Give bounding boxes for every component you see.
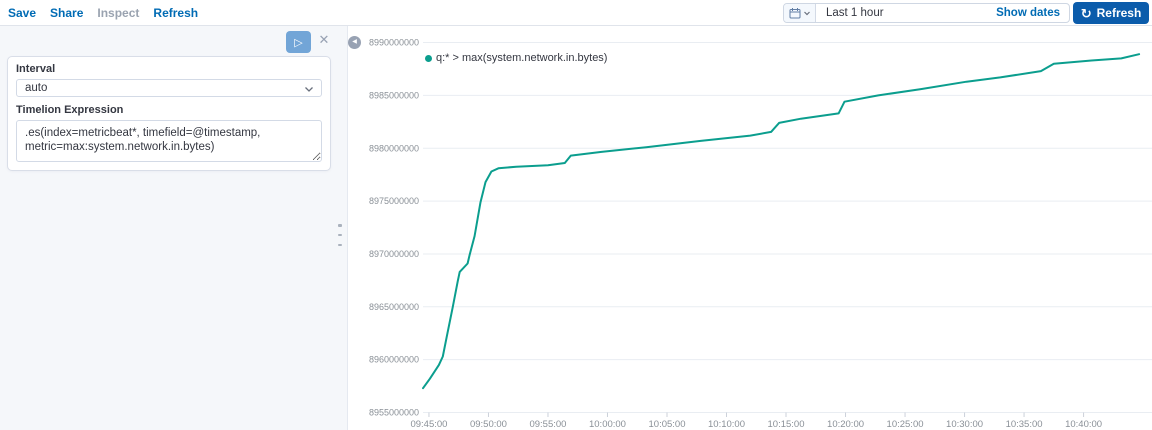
y-axis-label: 8975000000	[369, 196, 419, 206]
top-bar: Save Share Inspect Refresh Last 1 hour S…	[0, 0, 1152, 26]
x-axis-label: 10:10:00	[708, 419, 745, 430]
y-axis-label: 8980000000	[369, 143, 419, 153]
date-quick-select-button[interactable]	[784, 4, 816, 22]
x-axis-label: 10:30:00	[946, 419, 983, 430]
interval-value: auto	[25, 82, 48, 94]
x-axis-label: 10:35:00	[1006, 419, 1043, 430]
close-editor-button[interactable]: ✕	[316, 32, 332, 48]
chevron-down-icon	[305, 87, 313, 92]
calendar-icon	[789, 8, 800, 19]
chart-pane: ◀ q:* > max(system.network.in.bytes) 895…	[347, 26, 1152, 430]
interval-select[interactable]: auto	[16, 79, 322, 97]
play-icon: ▷	[294, 36, 303, 49]
y-axis-label: 8955000000	[369, 408, 419, 418]
close-icon: ✕	[318, 32, 330, 47]
date-range-value[interactable]: Last 1 hour	[816, 7, 884, 19]
timelion-expression-input[interactable]: .es(index=metricbeat*, timefield=@timest…	[16, 120, 322, 162]
chart-legend[interactable]: q:* > max(system.network.in.bytes)	[425, 52, 607, 64]
inspect-button[interactable]: Inspect	[97, 6, 139, 20]
show-dates-button[interactable]: Show dates	[996, 7, 1069, 19]
refresh-button-label: Refresh	[1096, 6, 1142, 20]
y-axis-label: 8970000000	[369, 249, 419, 259]
legend-series-dot	[425, 54, 432, 62]
y-axis-label: 8960000000	[369, 355, 419, 365]
save-button[interactable]: Save	[8, 6, 36, 20]
chevron-left-icon: ◀	[352, 39, 357, 45]
x-axis-label: 10:40:00	[1065, 419, 1102, 430]
y-axis-label: 8985000000	[369, 90, 419, 100]
chevron-down-icon	[803, 11, 810, 16]
x-axis-label: 09:50:00	[470, 419, 507, 430]
y-axis-label: 8965000000	[369, 302, 419, 312]
x-axis-label: 10:05:00	[649, 419, 686, 430]
collapse-editor-button[interactable]: ◀	[348, 36, 361, 49]
main-content: ▷ ✕ Interval auto Timelion Expression .e…	[0, 26, 1152, 430]
refresh-icon: ↻	[1080, 5, 1092, 21]
interval-label: Interval	[16, 63, 56, 75]
x-axis-label: 10:15:00	[768, 419, 805, 430]
y-axis-label: 8990000000	[369, 38, 419, 48]
x-axis-label: 09:55:00	[529, 419, 566, 430]
panel-resizer-handle[interactable]	[336, 224, 344, 246]
refresh-button[interactable]: ↻ Refresh	[1073, 2, 1149, 24]
super-date-picker: Last 1 hour Show dates	[783, 3, 1070, 23]
legend-series-label: q:* > max(system.network.in.bytes)	[436, 52, 608, 64]
series-line	[422, 53, 1141, 390]
x-axis-label: 10:00:00	[589, 419, 626, 430]
x-axis-label: 10:20:00	[827, 419, 864, 430]
x-axis-label: 10:25:00	[887, 419, 924, 430]
expression-label: Timelion Expression	[16, 104, 124, 116]
refresh-nav-button[interactable]: Refresh	[153, 6, 198, 20]
share-button[interactable]: Share	[50, 6, 83, 20]
x-axis-label: 09:45:00	[410, 419, 447, 430]
timelion-chart[interactable]: 8955000000 8960000000 8965000000 8970000000…	[348, 26, 1152, 430]
play-button[interactable]: ▷	[286, 31, 311, 53]
editor-card: Interval auto Timelion Expression .es(in…	[7, 56, 331, 171]
timelion-editor-panel: ▷ ✕ Interval auto Timelion Expression .e…	[0, 26, 347, 430]
